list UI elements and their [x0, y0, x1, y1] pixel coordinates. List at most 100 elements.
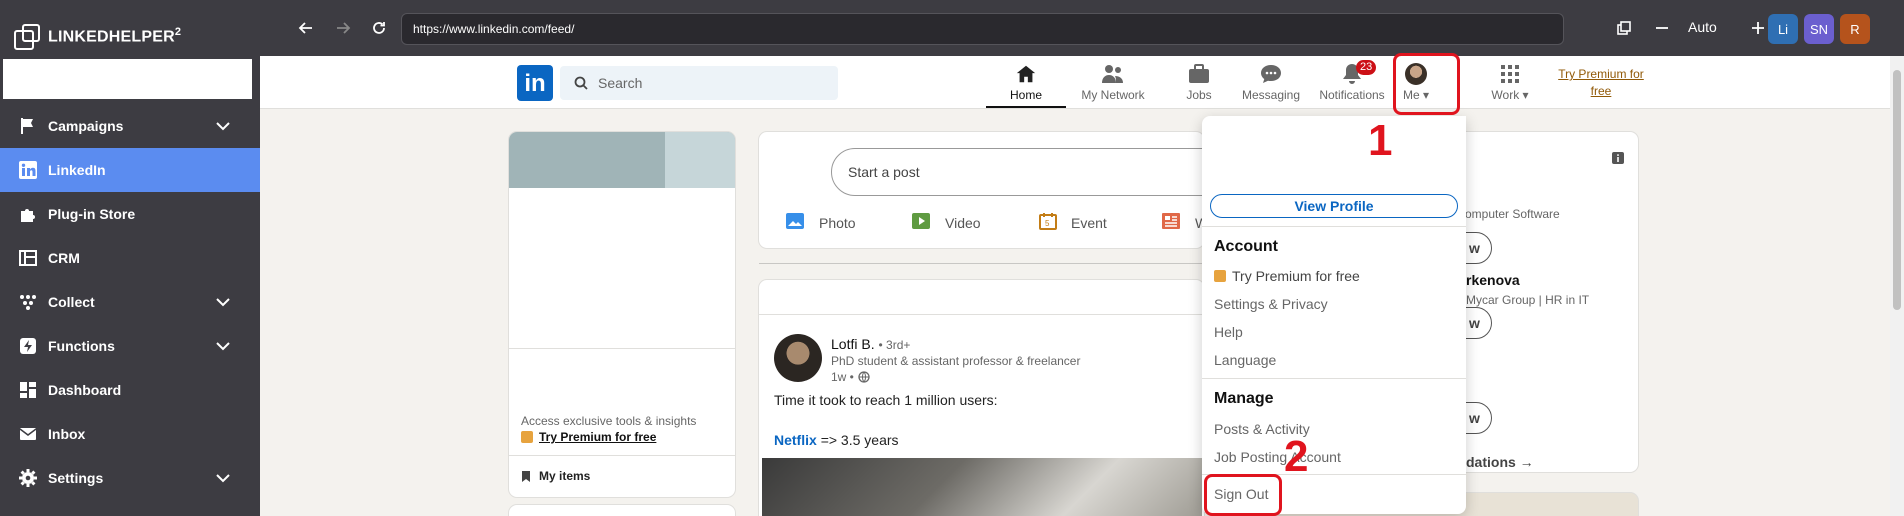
copy-button[interactable]	[1612, 16, 1636, 40]
zoom-out-button[interactable]	[1650, 16, 1674, 40]
composer-video-button[interactable]: Video	[911, 212, 981, 233]
sidebar-item-campaigns[interactable]: Campaigns	[0, 104, 260, 148]
article-icon	[1161, 212, 1181, 233]
nav-home[interactable]: Home	[986, 62, 1066, 108]
reload-icon	[373, 22, 385, 34]
profile-card-secondary	[509, 505, 735, 516]
chevron-down-icon[interactable]	[216, 118, 230, 134]
post-text-line1: Time it took to reach 1 million users:	[774, 392, 998, 408]
caret-down-icon: ▾	[1522, 88, 1529, 102]
nav-jobs[interactable]: Jobs	[1164, 62, 1234, 108]
post-time: 1w •	[831, 370, 854, 384]
sidebar-item-settings[interactable]: Settings	[0, 456, 260, 500]
flag-icon	[18, 116, 38, 136]
post-author[interactable]: Lotfi B. • 3rd+	[831, 336, 910, 352]
arrow-right-icon	[337, 22, 351, 34]
me-dropdown-menu: View Profile Account Try Premium for fre…	[1202, 116, 1466, 514]
composer-photo-button[interactable]: Photo	[785, 212, 856, 233]
bolt-icon	[18, 336, 38, 356]
mail-icon	[18, 424, 38, 444]
language-link[interactable]: Language	[1214, 352, 1276, 368]
grid-icon	[1501, 65, 1519, 83]
premium-badge-icon	[521, 431, 533, 443]
my-items-label: My items	[539, 469, 591, 483]
nav-notifications[interactable]: 23 Notifications	[1312, 60, 1392, 108]
author-avatar[interactable]	[774, 334, 822, 382]
linkedin-header: in Search Home My Network Jobs Messaging…	[260, 56, 1904, 109]
suggestion-2-name: rkenova	[1466, 272, 1520, 288]
info-icon[interactable]	[1612, 152, 1624, 164]
suggestion-2-headline: Mycar Group | HR in IT	[1466, 293, 1590, 307]
account-chip-sn[interactable]: SN	[1804, 14, 1834, 44]
step2-highlight	[1204, 474, 1282, 516]
manage-heading: Manage	[1214, 390, 1274, 407]
linkedin-logo[interactable]: in	[517, 65, 553, 101]
sidebar-item-dashboard[interactable]: Dashboard	[0, 368, 260, 412]
nav-work[interactable]: Work ▾	[1480, 62, 1540, 108]
composer-calendar-button[interactable]: 5 Event	[1039, 212, 1107, 233]
copy-icon	[1617, 21, 1631, 35]
sidebar-item-label: Dashboard	[48, 382, 122, 398]
netflix-link[interactable]: Netflix	[774, 432, 817, 448]
premium-promo-link[interactable]: Try Premium for free	[521, 430, 656, 444]
follow-button-1[interactable]: w	[1469, 240, 1480, 256]
bookmark-icon	[522, 470, 530, 482]
notifications-badge: 23	[1356, 60, 1377, 75]
sidebar-item-plug-in-store[interactable]: Plug-in Store	[0, 192, 260, 236]
sidebar-item-label: Plug-in Store	[48, 206, 136, 222]
puzzle-icon	[18, 204, 38, 224]
feed-divider	[759, 263, 1204, 264]
try-premium-label: Try Premium for free	[1232, 268, 1360, 284]
sidebar-item-functions[interactable]: Functions	[0, 324, 260, 368]
job-posting-link[interactable]: Job Posting Account	[1214, 449, 1341, 465]
step1-highlight	[1393, 53, 1460, 115]
linkedin-search[interactable]: Search	[560, 66, 838, 100]
follow-button-2[interactable]: w	[1469, 315, 1480, 331]
nav-my-network[interactable]: My Network	[1073, 62, 1153, 108]
plus-icon	[1752, 22, 1764, 34]
scrollbar-thumb[interactable]	[1893, 70, 1901, 310]
chevron-down-icon[interactable]	[216, 338, 230, 354]
feed-post: Lotfi B. • 3rd+ PhD student & assistant …	[759, 280, 1204, 516]
view-profile-button[interactable]: View Profile	[1210, 194, 1458, 218]
calendar-icon: 5	[1039, 212, 1057, 233]
globe-icon	[858, 371, 870, 383]
suggestion-1-headline: omputer Software	[1465, 207, 1560, 221]
photo-icon	[785, 212, 805, 233]
home-icon	[1016, 65, 1036, 83]
nav-network-label: My Network	[1081, 88, 1145, 102]
follow-button-3[interactable]: w	[1469, 410, 1480, 426]
sidebar-item-linkedin[interactable]: LinkedIn	[0, 148, 260, 192]
crm-icon	[18, 248, 38, 268]
chevron-down-icon[interactable]	[216, 470, 230, 486]
url-bar[interactable]: https://www.linkedin.com/feed/	[401, 13, 1564, 45]
sidebar-search-input[interactable]	[3, 59, 252, 99]
account-chip-r[interactable]: R	[1840, 14, 1870, 44]
back-button[interactable]	[294, 16, 318, 40]
account-chip-li[interactable]: Li	[1768, 14, 1798, 44]
header-premium-link[interactable]: Try Premium for free	[1553, 66, 1649, 100]
sidebar-item-label: Inbox	[48, 426, 86, 442]
zoom-in-button[interactable]	[1746, 16, 1770, 40]
post-composer: Start a post PhotoVideo5EventW	[759, 132, 1231, 248]
page-scrollbar[interactable]	[1890, 56, 1904, 516]
search-icon	[574, 76, 588, 90]
nav-messaging[interactable]: Messaging	[1231, 62, 1311, 108]
reload-button[interactable]	[367, 16, 391, 40]
sidebar-item-collect[interactable]: Collect	[0, 280, 260, 324]
my-items[interactable]: My items	[521, 469, 590, 483]
sidebar-item-crm[interactable]: CRM	[0, 236, 260, 280]
forward-button[interactable]	[331, 16, 355, 40]
view-recommendations-link[interactable]: dations →	[1466, 454, 1534, 470]
try-premium-link[interactable]: Try Premium for free	[1214, 268, 1360, 284]
chevron-down-icon[interactable]	[216, 294, 230, 310]
post-image[interactable]	[762, 458, 1202, 516]
sidebar-item-label: Campaigns	[48, 118, 124, 134]
help-link[interactable]: Help	[1214, 324, 1243, 340]
sidebar-item-label: Collect	[48, 294, 95, 310]
svg-text:5: 5	[1045, 219, 1050, 228]
sidebar-item-label: LinkedIn	[48, 162, 106, 178]
start-post-input[interactable]: Start a post	[831, 148, 1231, 196]
sidebar-item-inbox[interactable]: Inbox	[0, 412, 260, 456]
settings-privacy-link[interactable]: Settings & Privacy	[1214, 296, 1328, 312]
